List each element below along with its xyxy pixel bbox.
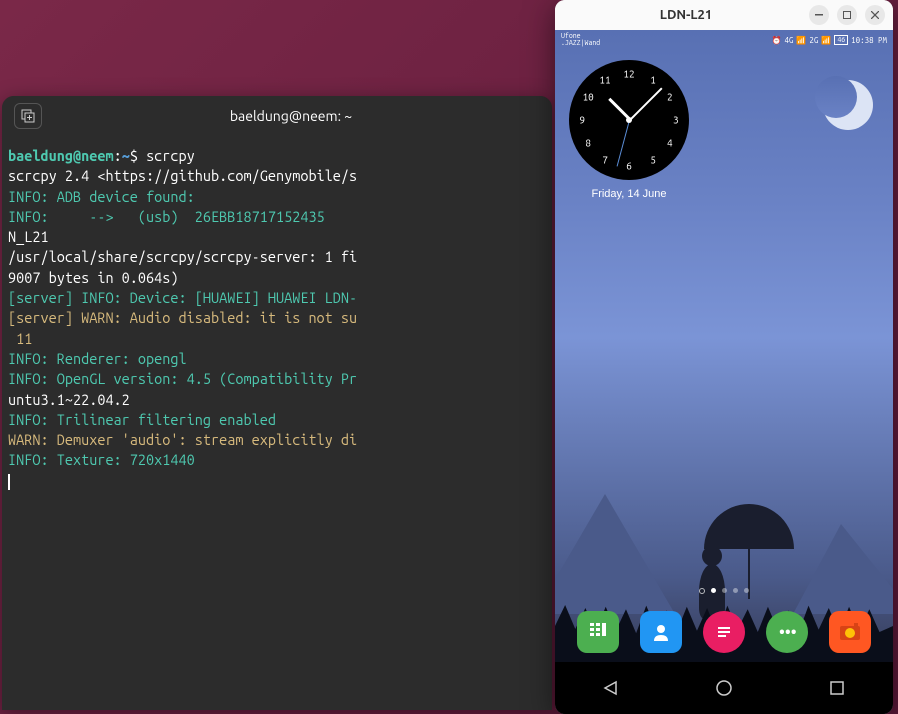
minimize-icon — [815, 14, 823, 16]
nav-back-button[interactable] — [599, 676, 623, 700]
close-icon — [871, 11, 879, 19]
clock-7: 7 — [595, 154, 615, 165]
terminal-cursor — [8, 474, 10, 490]
terminal-body[interactable]: baeldung@neem:~$ scrcpy scrcpy 2.4 <http… — [2, 136, 552, 501]
chat-app[interactable]: ••• — [766, 611, 808, 653]
clock-11: 11 — [595, 75, 615, 86]
page-dot-4[interactable] — [744, 588, 749, 593]
clock-1: 1 — [643, 75, 663, 86]
terminal-title: baeldung@neem: ~ — [42, 108, 540, 124]
term-line-10: INFO: OpenGL version: 4.5 (Compatibility… — [8, 370, 357, 387]
clock-10: 10 — [578, 92, 598, 103]
scrcpy-title: LDN-L21 — [563, 8, 809, 22]
page-dot-3[interactable] — [733, 588, 738, 593]
term-line-3: N_L21 — [8, 228, 49, 245]
carrier-2: .JAZZ|Wand — [561, 40, 600, 47]
term-line-4: /usr/local/share/scrcpy/scrcpy-server: 1… — [8, 248, 357, 265]
new-tab-button[interactable] — [14, 103, 42, 129]
status-time: 10:38 PM — [851, 36, 887, 45]
term-line-1: INFO: ADB device found: — [8, 188, 195, 205]
term-line-11: untu3.1~22.04.2 — [8, 391, 130, 408]
page-indicator[interactable] — [699, 588, 749, 594]
term-line-12: INFO: Trilinear filtering enabled — [8, 411, 276, 428]
clock-face: 12 1 2 3 4 5 6 7 8 9 10 11 — [569, 60, 689, 180]
prompt-path: ~ — [122, 147, 130, 164]
scrcpy-window: LDN-L21 Ufone .JAZZ|Wand ⏰ 4G 📶 2G — [555, 0, 893, 714]
close-button[interactable] — [865, 5, 885, 25]
signal-icon-2: 📶 — [821, 36, 831, 45]
prompt-dollar: $ — [130, 147, 138, 164]
term-line-9: INFO: Renderer: opengl — [8, 350, 187, 367]
term-line-0: scrcpy 2.4 <https://github.com/Genymobil… — [8, 167, 357, 184]
term-line-2: INFO: --> (usb) 26EBB18717152435 — [8, 208, 325, 225]
page-dot-2[interactable] — [722, 588, 727, 593]
clock-widget[interactable]: 12 1 2 3 4 5 6 7 8 9 10 11 Friday, 14 Ju… — [569, 60, 689, 200]
messages-app[interactable] — [703, 611, 745, 653]
status-right: ⏰ 4G 📶 2G 📶 46 10:38 PM — [771, 35, 887, 45]
phone-screen[interactable]: Ufone .JAZZ|Wand ⏰ 4G 📶 2G 📶 46 10:38 PM… — [555, 30, 893, 714]
dialer-icon — [587, 621, 609, 643]
status-carriers: Ufone .JAZZ|Wand — [561, 33, 600, 47]
signal-4g: 4G — [784, 36, 793, 45]
terminal-window: baeldung@neem: ~ baeldung@neem:~$ scrcpy… — [2, 96, 552, 710]
term-line-8: 11 — [8, 330, 32, 347]
status-bar[interactable]: Ufone .JAZZ|Wand ⏰ 4G 📶 2G 📶 46 10:38 PM — [555, 30, 893, 50]
clock-6: 6 — [619, 160, 639, 171]
new-tab-icon — [21, 109, 35, 123]
signal-icon-1: 📶 — [796, 36, 806, 45]
maximize-button[interactable] — [837, 5, 857, 25]
maximize-icon — [843, 11, 851, 19]
clock-5: 5 — [643, 154, 663, 165]
window-buttons — [809, 5, 885, 25]
minimize-button[interactable] — [809, 5, 829, 25]
clock-date: Friday, 14 June — [569, 188, 689, 200]
messages-icon — [716, 625, 732, 639]
camera-app[interactable] — [829, 611, 871, 653]
clock-4: 4 — [660, 137, 680, 148]
signal-2g: 2G — [809, 36, 818, 45]
page-dot-home[interactable] — [699, 588, 705, 594]
android-nav-bar — [555, 662, 893, 714]
term-line-6: [server] INFO: Device: [HUAWEI] HUAWEI L… — [8, 289, 357, 306]
contacts-icon — [650, 621, 672, 643]
term-line-7: [server] WARN: Audio disabled: it is not… — [8, 309, 357, 326]
prompt-colon: : — [114, 147, 122, 164]
umbrella-top — [704, 504, 794, 549]
back-icon — [602, 679, 620, 697]
clock-minute-hand — [629, 87, 662, 120]
scrcpy-titlebar: LDN-L21 — [555, 0, 893, 30]
moon-decoration — [823, 80, 873, 130]
clock-8: 8 — [578, 137, 598, 148]
nav-home-button[interactable] — [712, 676, 736, 700]
mountain-right — [793, 524, 893, 614]
alarm-icon: ⏰ — [771, 36, 781, 45]
clock-12: 12 — [619, 69, 639, 80]
clock-9: 9 — [572, 115, 592, 126]
clock-2: 2 — [660, 92, 680, 103]
camera-icon — [838, 622, 862, 642]
term-line-13: WARN: Demuxer 'audio': stream explicitly… — [8, 431, 357, 448]
term-line-5: 9007 bytes in 0.064s) — [8, 269, 179, 286]
chat-icon: ••• — [778, 624, 796, 640]
term-line-14: INFO: Texture: 720x1440 — [8, 451, 195, 468]
recent-icon — [829, 680, 845, 696]
clock-3: 3 — [666, 115, 686, 126]
app-dock: ••• — [555, 606, 893, 658]
contacts-app[interactable] — [640, 611, 682, 653]
dialer-app[interactable] — [577, 611, 619, 653]
battery-level: 46 — [834, 35, 848, 45]
home-icon — [715, 679, 733, 697]
figure-head — [702, 546, 722, 566]
nav-recent-button[interactable] — [825, 676, 849, 700]
page-dot-1[interactable] — [711, 588, 716, 593]
terminal-command: scrcpy — [146, 147, 195, 164]
terminal-titlebar: baeldung@neem: ~ — [2, 96, 552, 136]
clock-center — [626, 117, 632, 123]
prompt-user: baeldung@neem — [8, 147, 114, 164]
